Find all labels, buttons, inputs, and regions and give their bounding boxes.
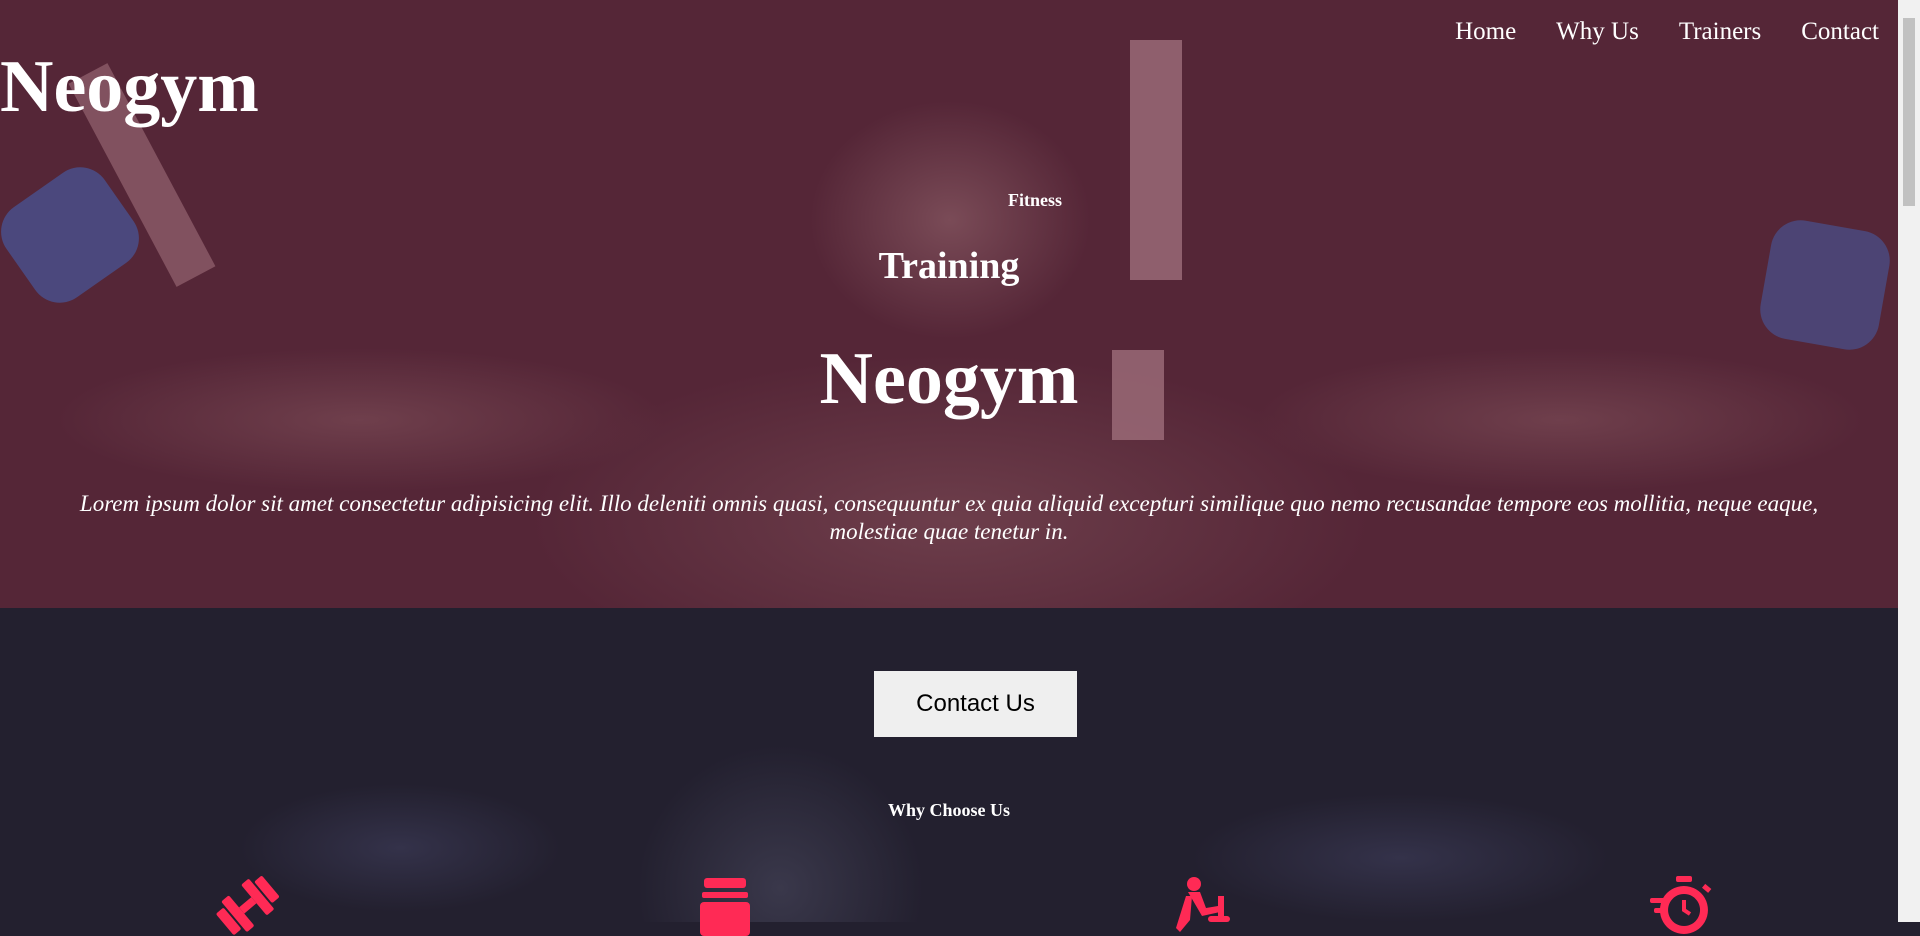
contact-us-button[interactable]: Contact Us xyxy=(874,671,1077,737)
nav-item-trainers[interactable]: Trainers xyxy=(1679,18,1761,46)
features-list xyxy=(0,876,1898,936)
nav-item-why-us[interactable]: Why Us xyxy=(1556,18,1639,46)
main-nav: Home Why Us Trainers Contact xyxy=(1455,18,1879,46)
hero-subtitle: Training xyxy=(878,245,1020,287)
stopwatch-icon xyxy=(1648,876,1718,936)
hero-title: Neogym xyxy=(819,338,1079,420)
hero-description: Lorem ipsum dolor sit amet consectetur a… xyxy=(79,491,1819,544)
page-scrollbar[interactable] xyxy=(1898,0,1920,922)
nav-item-home[interactable]: Home xyxy=(1455,18,1516,46)
site-logo[interactable]: Neogym xyxy=(0,50,259,124)
supplement-jar-icon xyxy=(690,876,760,936)
why-choose-us-heading: Why Choose Us xyxy=(887,800,1011,820)
dumbbell-icon xyxy=(212,876,282,936)
why-us-section xyxy=(0,608,1898,922)
hero-eyebrow: Fitness xyxy=(1008,190,1062,210)
nav-item-contact[interactable]: Contact xyxy=(1801,18,1879,46)
cycling-trainer-icon xyxy=(1170,876,1240,936)
scrollbar-thumb[interactable] xyxy=(1903,18,1915,206)
